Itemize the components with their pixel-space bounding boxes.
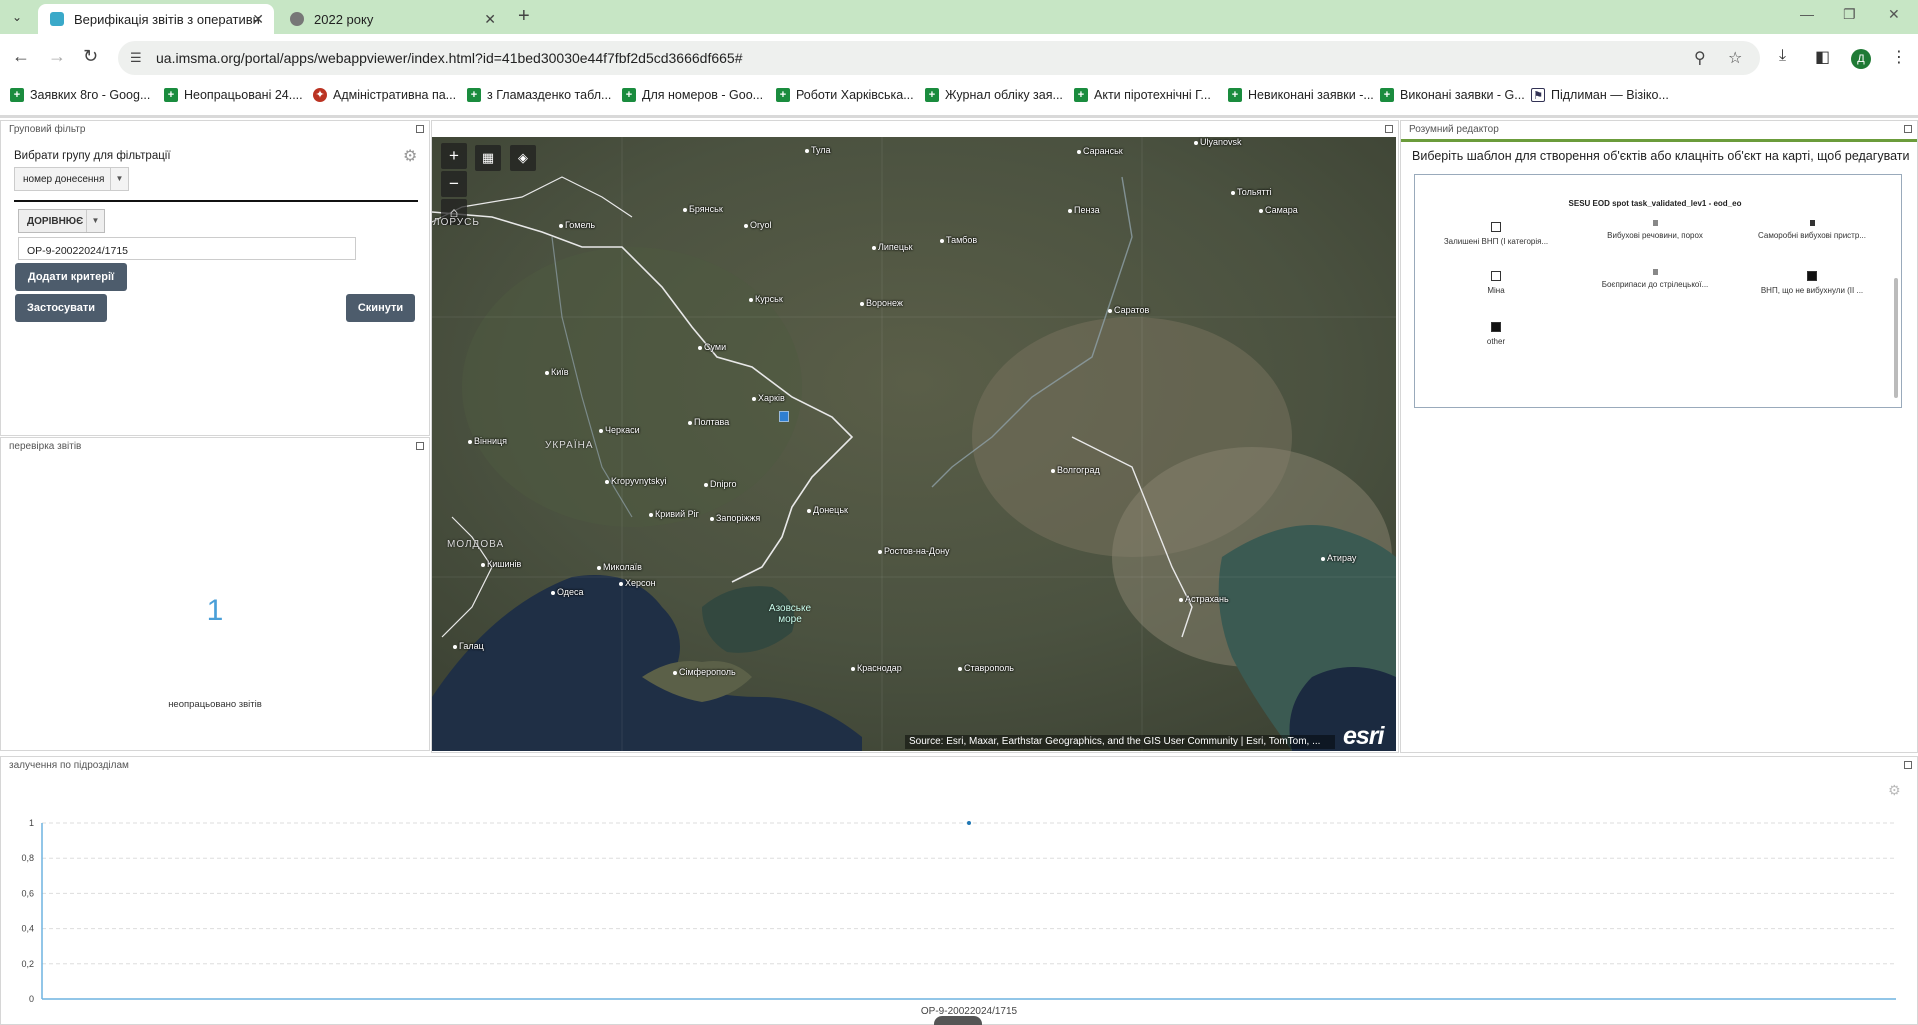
chart-canvas: 00,20,40,60,81OP-9-20022024/1715	[21, 818, 1896, 1017]
panel-collapse-handle[interactable]	[934, 1016, 982, 1025]
chart-y-tick-label: 0,2	[21, 959, 34, 969]
chart-y-tick-label: 0,8	[21, 853, 34, 863]
chart-y-tick-label: 0,4	[21, 924, 34, 934]
chart-y-tick-label: 0	[29, 994, 34, 1004]
chart-y-tick-label: 0,6	[21, 888, 34, 898]
chart-data-point	[967, 821, 971, 825]
chart-y-tick-label: 1	[29, 818, 34, 828]
